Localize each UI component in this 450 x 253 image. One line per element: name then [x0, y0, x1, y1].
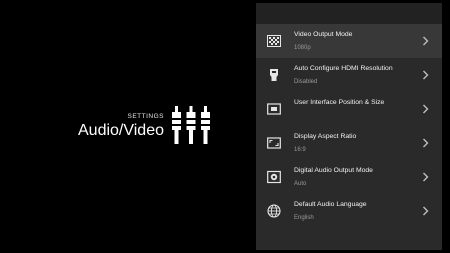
- settings-panel: Video Output Mode 1080p Auto Configure H…: [256, 3, 442, 250]
- hdmi-icon: [270, 69, 278, 81]
- menu-item-title: Auto Configure HDMI Resolution: [294, 65, 393, 72]
- menu-item-title: Default Audio Language: [294, 201, 367, 208]
- globe-icon: [267, 204, 281, 218]
- video-pattern-icon: [267, 35, 281, 47]
- menu-item-auto-configure-hdmi[interactable]: Auto Configure HDMI Resolution Disabled: [256, 58, 442, 92]
- section-label: SETTINGS: [127, 113, 164, 120]
- menu-item-default-audio-language[interactable]: Default Audio Language English: [256, 194, 442, 228]
- menu-item-title: Digital Audio Output Mode: [294, 167, 373, 174]
- chevron-right-icon: [423, 70, 429, 80]
- aspect-ratio-icon: [267, 137, 281, 149]
- menu-item-value: Disabled: [294, 79, 318, 85]
- chevron-right-icon: [423, 172, 429, 182]
- menu-item-title: User Interface Position & Size: [294, 99, 385, 106]
- menu-item-title: Video Output Mode: [294, 31, 353, 38]
- digital-audio-icon: [267, 170, 281, 184]
- menu-item-title: Display Aspect Ratio: [294, 133, 357, 140]
- menu-item-value: 1080p: [294, 45, 311, 51]
- menu-item-value: English: [294, 215, 314, 221]
- menu-item-value: 16:9: [294, 147, 306, 153]
- menu-item-ui-position-size[interactable]: User Interface Position & Size: [256, 92, 442, 126]
- section-header: SETTINGS Audio/Video: [0, 0, 256, 253]
- chevron-right-icon: [423, 206, 429, 216]
- screen-position-icon: [267, 103, 281, 115]
- page-title: Audio/Video: [78, 122, 164, 139]
- chevron-right-icon: [423, 138, 429, 148]
- av-plugs-icon: [172, 106, 210, 144]
- chevron-right-icon: [423, 104, 429, 114]
- chevron-right-icon: [423, 36, 429, 46]
- menu-item-display-aspect-ratio[interactable]: Display Aspect Ratio 16:9: [256, 126, 442, 160]
- menu-item-digital-audio-output[interactable]: Digital Audio Output Mode Auto: [256, 160, 442, 194]
- panel-top-bar: [256, 3, 442, 24]
- menu-item-value: Auto: [294, 181, 307, 187]
- menu-item-video-output-mode[interactable]: Video Output Mode 1080p: [256, 24, 442, 58]
